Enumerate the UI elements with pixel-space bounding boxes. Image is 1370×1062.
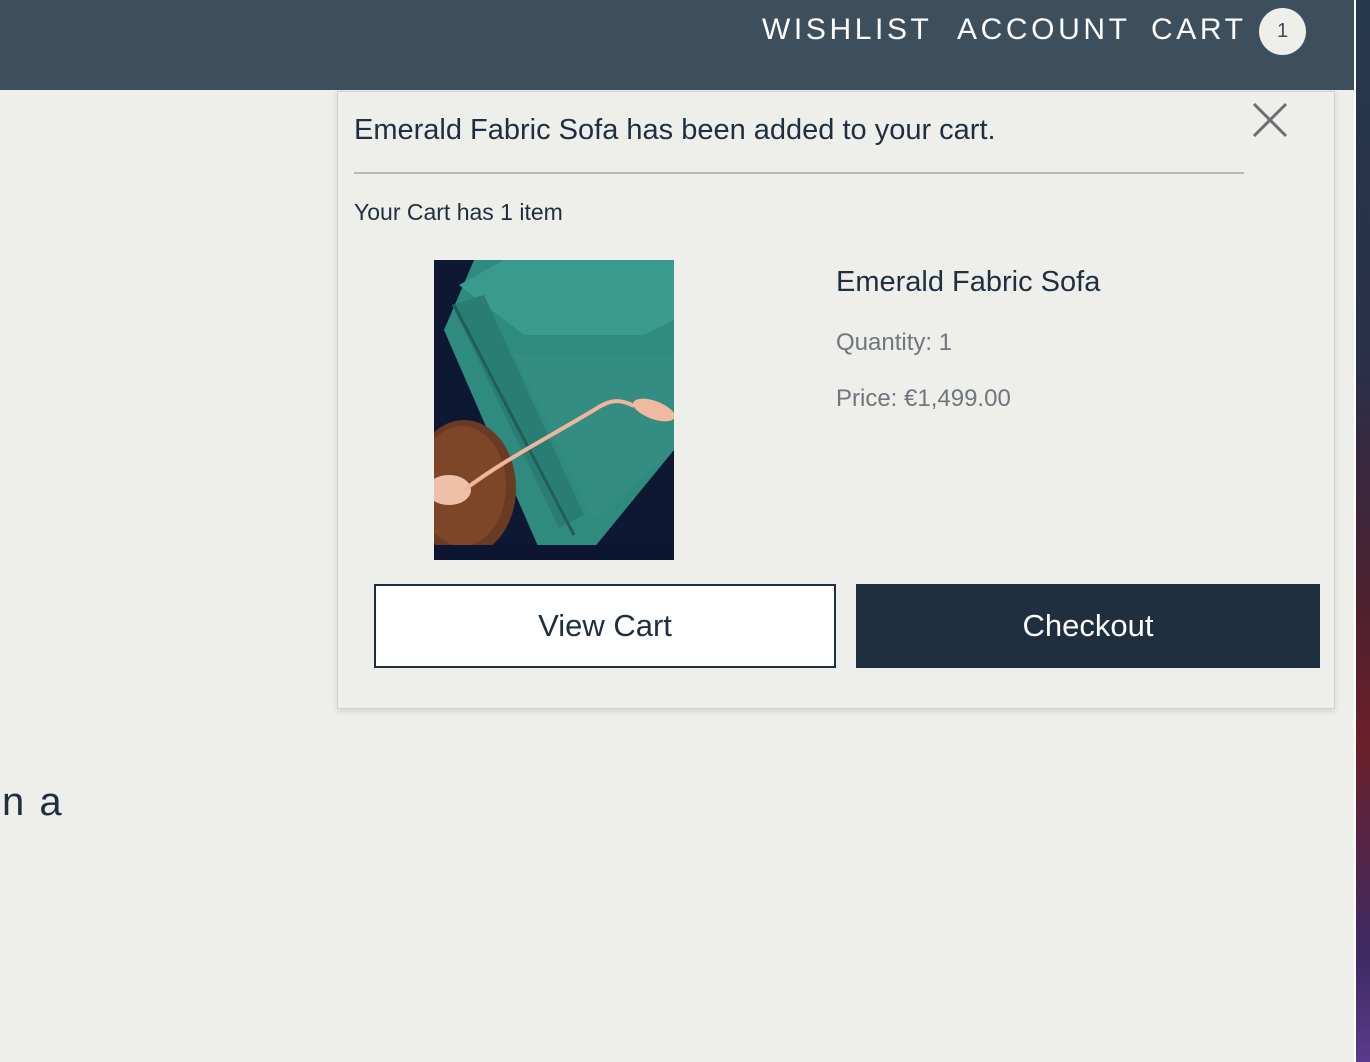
- added-to-cart-message: Emerald Fabric Sofa has been added to yo…: [354, 114, 996, 146]
- background-heading-fragment: n a: [2, 780, 64, 824]
- product-quantity: Quantity: 1: [836, 329, 953, 356]
- product-name[interactable]: Emerald Fabric Sofa: [836, 264, 1100, 300]
- wishlist-link[interactable]: WISHLIST: [762, 12, 932, 48]
- popup-divider: [354, 172, 1244, 174]
- cart-link[interactable]: CART: [1151, 12, 1247, 48]
- account-link[interactable]: ACCOUNT: [957, 12, 1131, 48]
- cart-count-badge[interactable]: 1: [1259, 8, 1306, 55]
- checkout-button[interactable]: Checkout: [856, 584, 1320, 668]
- added-to-cart-popup: Emerald Fabric Sofa has been added to yo…: [337, 91, 1335, 709]
- close-icon[interactable]: [1251, 101, 1289, 139]
- top-navigation-bar: WISHLIST ACCOUNT CART 1: [0, 0, 1356, 90]
- product-price: Price: €1,499.00: [836, 385, 1011, 412]
- view-cart-button[interactable]: View Cart: [374, 584, 836, 668]
- cart-item-count: Your Cart has 1 item: [354, 199, 563, 225]
- product-image: [434, 260, 674, 560]
- desktop-background-strip: [1356, 0, 1370, 1062]
